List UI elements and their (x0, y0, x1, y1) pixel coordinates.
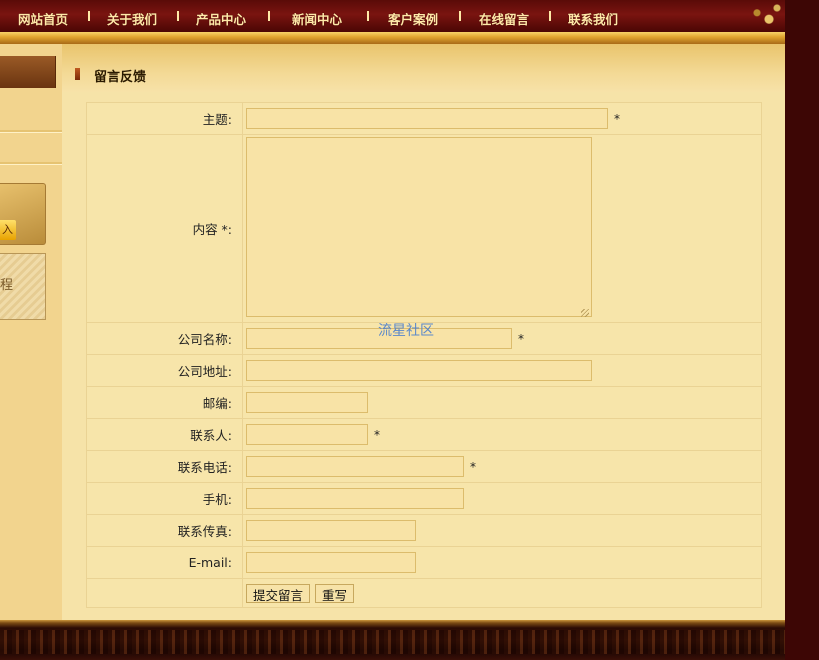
nav-about[interactable]: 关于我们 (107, 9, 157, 28)
nav-separator (268, 11, 270, 21)
top-nav: 网站首页 关于我们 产品中心 新闻中心 客户案例 在线留言 联系我们 (0, 0, 785, 32)
nav-products[interactable]: 产品中心 (196, 9, 246, 28)
reset-button[interactable]: 重写 (315, 583, 355, 603)
postcode-input[interactable] (246, 392, 368, 413)
submit-button[interactable]: 提交留言 (246, 583, 311, 603)
sidebar-banner-text: 程 (0, 278, 14, 293)
sidebar-enter-button[interactable]: 入 (0, 220, 16, 240)
sidebar: 入 程 (0, 44, 62, 620)
nav-separator (367, 11, 369, 21)
gold-band (0, 32, 785, 44)
watermark-text: 流星社区 (378, 323, 434, 339)
form-row-fax: 联系传真: (87, 515, 761, 547)
form-row-phone: 联系电话: * (87, 451, 761, 483)
form-row-contact: 联系人: * (87, 419, 761, 451)
form-row-address: 公司地址: (87, 355, 761, 387)
email-input[interactable] (246, 552, 416, 573)
postcode-label: 邮编: (87, 387, 243, 418)
nav-contact[interactable]: 联系我们 (568, 9, 618, 28)
form-row-email: E-mail: (87, 547, 761, 579)
sidebar-divider (0, 162, 62, 164)
corner-ornament (745, 0, 785, 32)
feedback-form: 主题: * 内容 *: 公司名称: * 公司地址: 邮编: 联系人: * 联系电… (86, 102, 762, 608)
content-label: 内容 *: (87, 135, 243, 322)
content-textarea[interactable] (246, 137, 592, 317)
mobile-label: 手机: (87, 483, 243, 514)
nav-separator (177, 11, 179, 21)
section-header: 留言反馈 (62, 44, 785, 92)
address-label: 公司地址: (87, 355, 243, 386)
resize-grip-icon[interactable] (581, 309, 589, 317)
sidebar-banner[interactable]: 程 (0, 253, 46, 320)
phone-input[interactable] (246, 456, 464, 477)
email-label: E-mail: (87, 547, 243, 578)
form-row-content: 内容 *: (87, 135, 761, 323)
fax-label: 联系传真: (87, 515, 243, 546)
nav-separator (88, 11, 90, 21)
nav-cases[interactable]: 客户案例 (388, 9, 438, 28)
title-marker (75, 68, 80, 80)
form-row-mobile: 手机: (87, 483, 761, 515)
nav-news[interactable]: 新闻中心 (292, 9, 342, 28)
mobile-input[interactable] (246, 488, 464, 509)
form-row-subject: 主题: * (87, 103, 761, 135)
required-mark: * (470, 459, 476, 474)
nav-separator (549, 11, 551, 21)
nav-guestbook[interactable]: 在线留言 (479, 9, 529, 28)
nav-separator (459, 11, 461, 21)
form-row-actions: 提交留言 重写 (87, 579, 761, 607)
footer-pattern (0, 630, 785, 654)
page-title: 留言反馈 (94, 70, 147, 85)
required-mark: * (374, 427, 380, 442)
company-label: 公司名称: (87, 323, 243, 354)
required-mark: * (518, 331, 524, 346)
actions-label-cell (87, 579, 243, 607)
contact-input[interactable] (246, 424, 368, 445)
fax-input[interactable] (246, 520, 416, 541)
sidebar-header (0, 56, 56, 88)
sidebar-divider (0, 130, 62, 132)
phone-label: 联系电话: (87, 451, 243, 482)
form-row-postcode: 邮编: (87, 387, 761, 419)
subject-label: 主题: (87, 103, 243, 134)
footer (0, 620, 785, 660)
nav-home[interactable]: 网站首页 (18, 9, 68, 28)
address-input[interactable] (246, 360, 592, 381)
subject-input[interactable] (246, 108, 608, 129)
required-mark: * (614, 111, 620, 126)
right-frame (785, 0, 819, 660)
contact-label: 联系人: (87, 419, 243, 450)
main-content: 留言反馈 主题: * 内容 *: 公司名称: * 公司地址: 邮编: 联系人: … (62, 44, 785, 620)
